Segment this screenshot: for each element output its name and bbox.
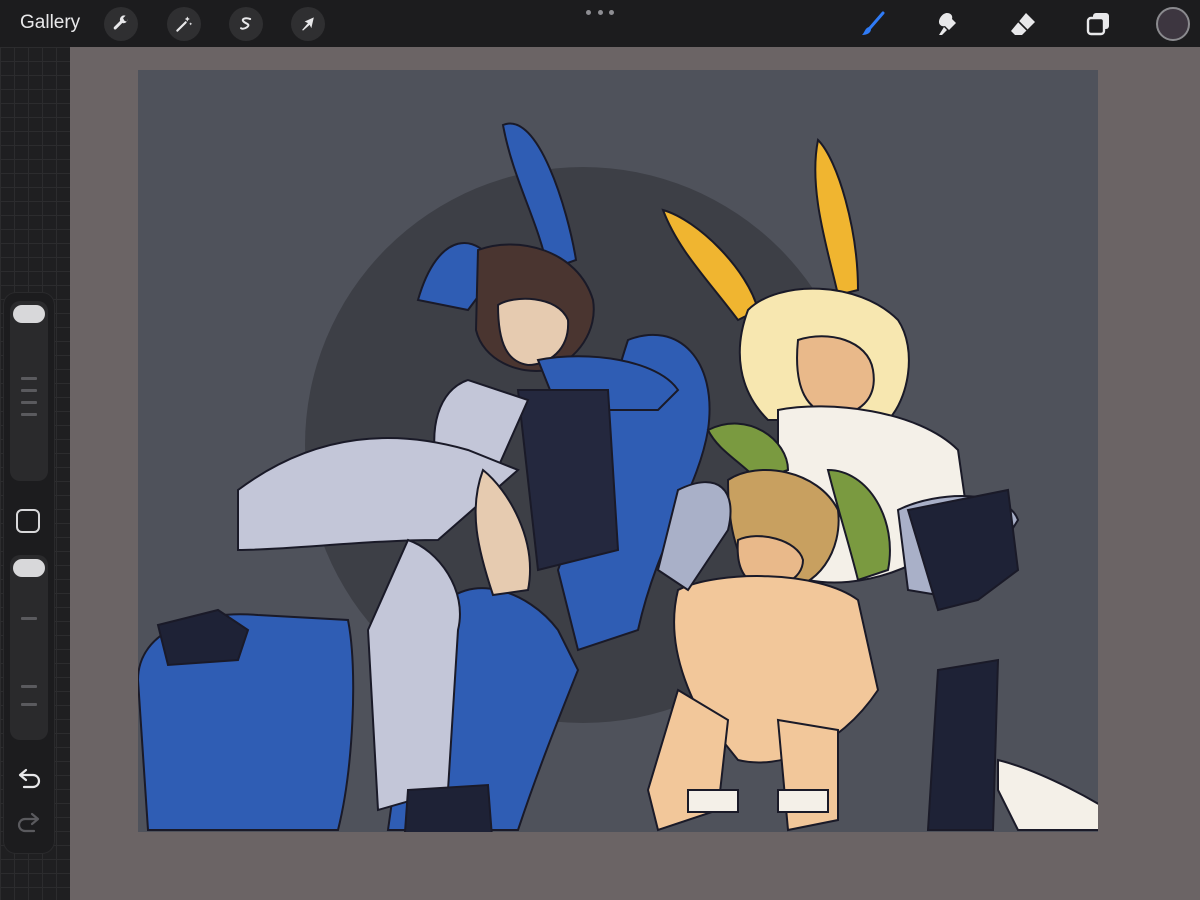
redo-arrow-icon: [17, 817, 38, 833]
modify-button[interactable]: [16, 509, 40, 533]
gallery-button[interactable]: Gallery: [20, 12, 80, 34]
smudge-icon: [939, 13, 956, 35]
smudge-tool-button[interactable]: [929, 6, 965, 42]
layers-button[interactable]: [1080, 6, 1116, 42]
undo-button[interactable]: [16, 767, 42, 789]
opacity-slider[interactable]: [10, 555, 48, 740]
redo-button[interactable]: [16, 811, 42, 833]
opacity-knob[interactable]: [13, 559, 45, 577]
selection-button[interactable]: [229, 7, 263, 41]
slider-tick: [21, 617, 37, 620]
selection-icon: [240, 17, 252, 30]
more-options-button[interactable]: [586, 6, 614, 18]
brush-icon: [862, 11, 885, 35]
sidebar: [4, 293, 54, 853]
paint-tool-button[interactable]: [855, 6, 891, 42]
slider-tick: [21, 401, 37, 404]
layers-icon: [1086, 13, 1109, 36]
slider-tick: [21, 413, 37, 416]
eraser-tool-button[interactable]: [1005, 6, 1041, 42]
dot-icon: [609, 9, 614, 15]
brush-size-knob[interactable]: [13, 305, 45, 323]
slider-tick: [21, 703, 37, 706]
top-toolbar: Gallery: [0, 0, 1200, 47]
color-picker-button[interactable]: [1156, 7, 1190, 41]
drawing-canvas[interactable]: [138, 70, 1098, 832]
arrow-cursor-icon: [302, 17, 314, 31]
eraser-icon: [1011, 13, 1035, 35]
transform-button[interactable]: [291, 7, 325, 41]
undo-arrow-icon: [20, 773, 41, 789]
dot-icon: [586, 9, 591, 15]
slider-tick: [21, 685, 37, 688]
slider-tick: [21, 377, 37, 380]
wrench-icon: [113, 15, 128, 30]
actions-button[interactable]: [104, 7, 138, 41]
slider-tick: [21, 389, 37, 392]
magic-wand-icon: [176, 16, 193, 32]
adjustments-button[interactable]: [167, 7, 201, 41]
brush-size-slider[interactable]: [10, 301, 48, 481]
illustration: [138, 122, 1098, 832]
dot-icon: [597, 9, 603, 15]
